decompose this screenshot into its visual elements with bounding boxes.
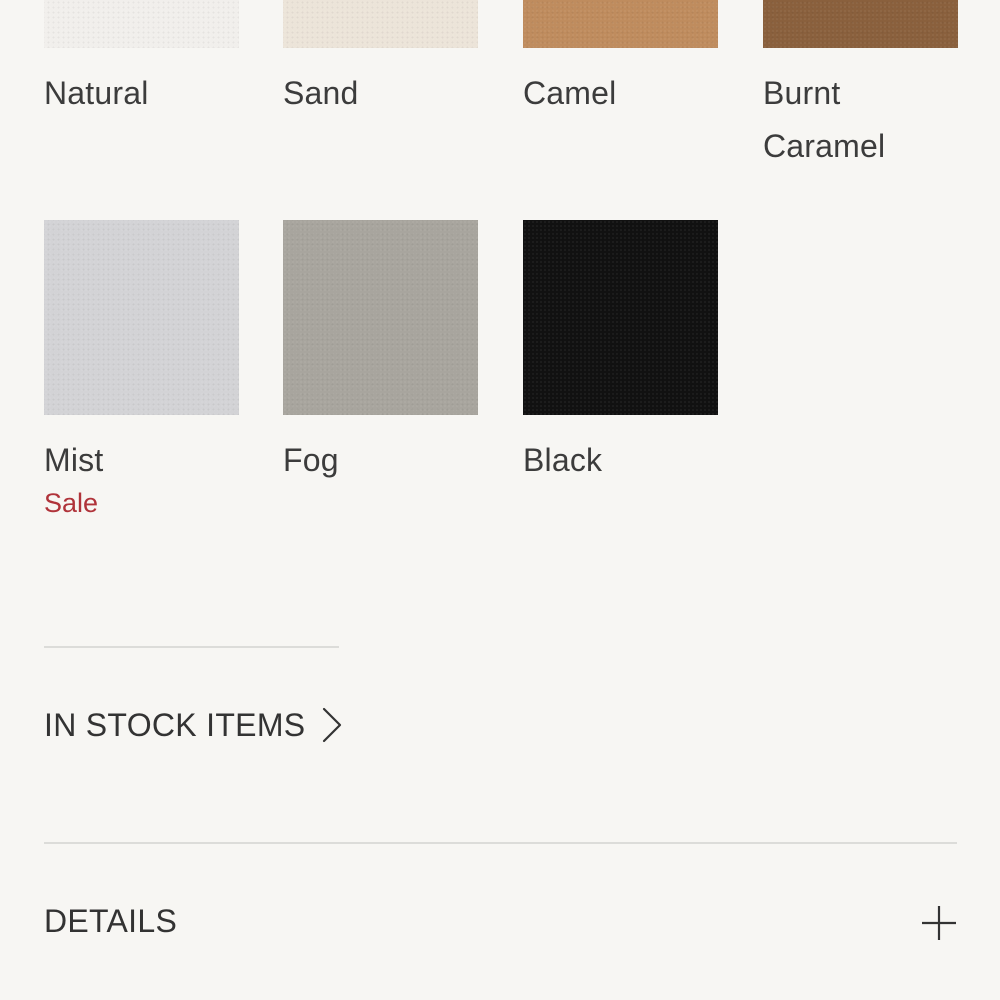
in-stock-items-label: IN STOCK ITEMS bbox=[44, 706, 306, 743]
swatch-black[interactable]: Black bbox=[523, 220, 718, 487]
divider bbox=[44, 842, 957, 844]
details-label: DETAILS bbox=[44, 903, 178, 939]
swatch-label: Camel bbox=[523, 75, 617, 111]
swatch-chip[interactable] bbox=[44, 0, 239, 48]
swatch-sand[interactable]: Sand bbox=[283, 0, 478, 120]
chevron-right-icon bbox=[323, 707, 342, 743]
swatch-mist[interactable]: Mist Sale bbox=[44, 220, 239, 518]
swatch-fog[interactable]: Fog bbox=[283, 220, 478, 487]
swatch-label: Burnt Caramel bbox=[763, 67, 958, 173]
swatch-label: Fog bbox=[283, 442, 339, 478]
swatch-chip[interactable] bbox=[523, 0, 718, 48]
swatch-chip[interactable] bbox=[283, 0, 478, 48]
swatch-chip[interactable] bbox=[283, 220, 478, 415]
swatch-camel[interactable]: Camel bbox=[523, 0, 718, 120]
swatch-label: Sand bbox=[283, 75, 359, 111]
divider bbox=[44, 646, 339, 648]
swatch-chip[interactable] bbox=[523, 220, 718, 415]
details-accordion[interactable]: DETAILS bbox=[44, 895, 957, 950]
sale-badge: Sale bbox=[44, 488, 99, 518]
swatch-label-line: Caramel bbox=[763, 128, 886, 164]
swatch-label-line: Burnt bbox=[763, 75, 841, 111]
in-stock-items-link[interactable]: IN STOCK ITEMS bbox=[44, 700, 343, 750]
swatch-label: Mist bbox=[44, 442, 104, 478]
swatch-chip[interactable] bbox=[763, 0, 958, 48]
plus-icon[interactable] bbox=[921, 905, 957, 941]
swatch-burnt-caramel[interactable]: Burnt Caramel bbox=[763, 0, 958, 173]
swatch-label: Black bbox=[523, 442, 603, 478]
swatch-chip[interactable] bbox=[44, 220, 239, 415]
swatch-label: Natural bbox=[44, 75, 149, 111]
swatch-natural[interactable]: Natural bbox=[44, 0, 239, 120]
color-selection-page: Natural Sand Camel Burnt Caramel Mist Sa… bbox=[0, 0, 1000, 1000]
